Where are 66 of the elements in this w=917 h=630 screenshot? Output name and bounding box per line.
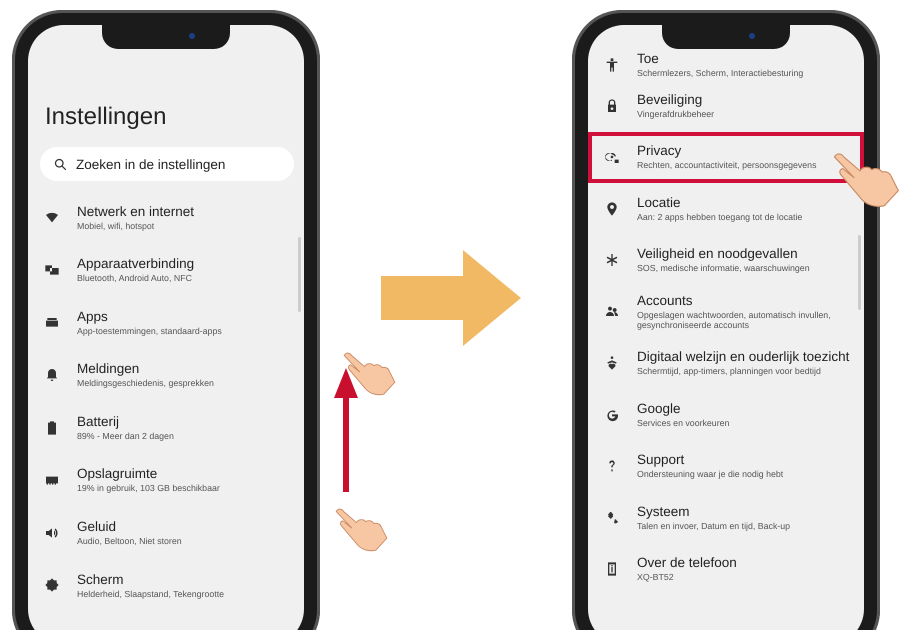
settings-item[interactable]: Accounts Opgeslagen wachtwoorden, automatisch invullen, gesynchroniseerde accounts [588, 286, 864, 338]
item-subtitle: Bluetooth, Android Auto, NFC [77, 273, 193, 284]
item-title: Toe [637, 51, 660, 66]
item-title: Netwerk en internet [77, 204, 194, 219]
item-title: Opslagruimte [77, 466, 158, 482]
settings-item[interactable]: Over de telefoon XQ-BT52 [588, 544, 864, 595]
bell-icon [44, 367, 60, 384]
person-icon [604, 57, 620, 73]
item-subtitle: Mobiel, wifi, hotspot [77, 220, 156, 232]
item-subtitle: Ondersteuning waar je die nodig hebt [637, 469, 784, 480]
settings-item[interactable]: Opslagruimte 19% in gebruik, 103 GB beschikbaar [28, 454, 304, 507]
item-title: Accounts [637, 292, 694, 308]
screen-title: Instellingen [45, 103, 168, 131]
pointing-hand-drawing [342, 350, 398, 396]
item-title: Digitaal welzijn en ouderlijk toezicht [637, 349, 850, 364]
item-title: Geluid [77, 519, 118, 534]
settings-item[interactable]: Systeem Talen en invoer, Datum en tijd, Back-up [588, 492, 864, 544]
item-title: Veiligheid en noodgevallen [637, 246, 799, 262]
settings-item[interactable]: Netwerk en internet Mobiel, wifi, hotspot [28, 191, 304, 244]
item-title: Support [637, 452, 686, 468]
item-subtitle: Audio, Beltoon, Niet storen [77, 536, 182, 547]
settings-item[interactable]: Scherm Helderheid, Slaapstand, Tekengrootte [28, 559, 304, 612]
item-subtitle: Aan: 2 apps hebben toegang tot de locatie [637, 212, 802, 223]
item-title: Apparaatverbinding [77, 256, 194, 272]
item-subtitle: SOS, medische informatie, waarschuwingen [637, 263, 810, 274]
item-title: Batterij [77, 414, 120, 429]
item-title: Over de telefoon [637, 555, 737, 570]
settings-item[interactable]: Toe Schermlezers, Scherm, Interactiebesturing [588, 50, 864, 80]
item-subtitle: Helderheid, Slaapstand, Tekengrootte [77, 588, 224, 600]
item-subtitle: Services en voorkeuren [637, 418, 730, 429]
settings-item[interactable]: Geluid Audio, Beltoon, Niet storen [28, 506, 304, 560]
item-subtitle: Meldingsgeschiedenis, gesprekken [77, 378, 214, 389]
item-title: Scherm [77, 572, 125, 587]
item-title: Google [637, 400, 682, 416]
settings-item[interactable]: Apps App-toestemmingen, standaard-apps [28, 296, 304, 349]
item-subtitle: Schermlezers, Scherm, Interactiebesturing [637, 68, 804, 79]
item-title: Beveiliging [637, 92, 704, 107]
settings-item[interactable]: Support Ondersteuning waar je die nodig hebt [588, 440, 864, 492]
brightness-icon [44, 577, 60, 594]
item-subtitle: Rechten, accountactiviteit, persoonsgegevens [637, 160, 816, 172]
item-subtitle: Opgeslagen wachtwoorden, automatisch invullen, gesynchroniseerde accounts [637, 310, 832, 331]
asterisk-icon [604, 252, 620, 268]
settings-item[interactable]: Privacy Rechten, accountactiviteit, persoonsgegevens [588, 132, 864, 183]
item-title: Meldingen [77, 361, 140, 376]
settings-item[interactable]: Beveiliging Vingerafdrukbeheer [588, 80, 864, 132]
item-subtitle: XQ-BT52 [637, 572, 675, 584]
search-field[interactable]: Zoeken in de instellingen [40, 147, 294, 181]
pointing-hand-drawing [334, 506, 390, 552]
settings-item[interactable]: Apparaatverbinding Bluetooth, Android Auto, NFC [28, 244, 304, 296]
item-title: Systeem [637, 504, 691, 519]
item-subtitle: Vingerafdrukbeheer [637, 108, 714, 120]
item-subtitle: Talen en invoer, Datum en tijd, Back-up [637, 520, 790, 532]
item-subtitle: Schermtijd, app-timers, planningen voor bedtijd [637, 366, 822, 378]
item-title: Apps [77, 308, 109, 324]
item-subtitle: App-toestemmingen, standaard-apps [77, 326, 222, 336]
search-icon [53, 157, 68, 172]
settings-item[interactable]: Locatie Aan: 2 apps hebben toegang tot de locatie [588, 183, 864, 234]
item-subtitle: 89% - Meer dan 2 dagen [77, 430, 174, 442]
settings-item[interactable]: Meldingen Meldingsgeschiedenis, gesprekken [28, 348, 304, 402]
settings-item[interactable]: Batterij 89% - Meer dan 2 dagen [28, 401, 304, 454]
item-title: Locatie [637, 194, 682, 210]
settings-item[interactable]: Digitaal welzijn en ouderlijk toezicht Schermtijd, app-timers, planningen voor bedtijd [588, 338, 864, 389]
settings-item[interactable]: Veiligheid en noodgevallen SOS, medische informatie, waarschuwingen [588, 234, 864, 286]
item-title: Privacy [637, 143, 682, 158]
item-subtitle: 19% in gebruik, 103 GB beschikbaar [77, 483, 220, 494]
settings-item[interactable]: Google Services en voorkeuren [588, 389, 864, 440]
